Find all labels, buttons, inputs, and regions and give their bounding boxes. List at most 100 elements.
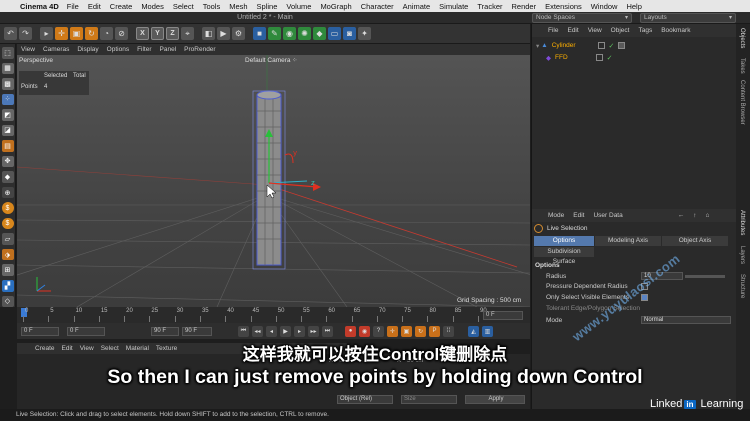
coordinate-mode-dropdown[interactable]: Object (Rel) — [337, 395, 393, 404]
object-row-ffd[interactable]: ◆ FFD ✓ — [532, 52, 737, 63]
collapse-icon[interactable]: ▾ — [536, 42, 539, 50]
side-tab-structure[interactable]: Structure — [739, 274, 745, 298]
om-menu-file[interactable]: File — [548, 27, 558, 34]
next-frame-icon[interactable]: ▸ — [294, 325, 305, 337]
record-active-icon[interactable]: ● — [345, 325, 356, 337]
ffd-visibility-dots[interactable] — [595, 54, 603, 61]
workplane-icon[interactable]: ▱ — [1, 233, 14, 245]
viewport-menu-panel[interactable]: Panel — [160, 46, 177, 53]
om-menu-tags[interactable]: Tags — [638, 27, 652, 34]
cloner-icon[interactable]: ✺ — [298, 27, 311, 40]
menu-tracker[interactable]: Tracker — [477, 2, 502, 11]
visible-only-checkbox[interactable] — [641, 294, 648, 301]
menu-tools[interactable]: Tools — [203, 2, 221, 11]
subdivision-surface-icon[interactable]: ◉ — [283, 27, 296, 40]
y-axis-lock-button[interactable]: Y — [151, 27, 164, 40]
menu-render[interactable]: Render — [511, 2, 536, 11]
viewport-menu-prorender[interactable]: ProRender — [184, 46, 215, 53]
tab-options[interactable]: Options — [534, 236, 594, 246]
timeline-ruler[interactable]: 051015202530354045505560657075808590 0 F — [17, 307, 530, 323]
timeline-icon[interactable]: ▥ — [482, 325, 493, 337]
om-menu-object[interactable]: Object — [611, 27, 630, 34]
menu-mograph[interactable]: MoGraph — [320, 2, 351, 11]
menu-extensions[interactable]: Extensions — [545, 2, 582, 11]
node-spaces-dropdown[interactable]: Node Spaces — [532, 13, 632, 23]
scale-key-icon[interactable]: ▣ — [401, 325, 412, 337]
position-key-icon[interactable]: ✛ — [387, 325, 398, 337]
model-mode-icon[interactable]: ▦ — [1, 62, 14, 75]
menu-help[interactable]: Help — [626, 2, 641, 11]
viewport-menu-view[interactable]: View — [21, 46, 35, 53]
z-axis-lock-button[interactable]: Z — [166, 27, 179, 40]
phong-tag-icon[interactable] — [618, 42, 626, 49]
grid-icon[interactable]: ⊞ — [1, 264, 14, 276]
rotation-key-icon[interactable]: ↻ — [415, 325, 426, 337]
menu-character[interactable]: Character — [361, 2, 394, 11]
menu-file[interactable]: File — [67, 2, 79, 11]
python-icon[interactable]: ◇ — [1, 295, 14, 308]
play-icon[interactable]: ▶ — [280, 325, 291, 337]
rotate-tool-icon[interactable]: ↻ — [85, 27, 98, 40]
previous-key-icon[interactable]: ◂◂ — [252, 325, 263, 337]
pen-tool-icon[interactable]: ✎ — [268, 27, 281, 40]
am-menu-edit[interactable]: Edit — [573, 212, 584, 219]
preview-end-field[interactable]: 90 F — [151, 326, 179, 336]
object-row-cylinder[interactable]: ▾ ▲ Cylinder ✓ — [532, 40, 737, 51]
world-coordinates-icon[interactable]: ⌖ — [181, 27, 194, 40]
object-name-cylinder[interactable]: Cylinder — [552, 42, 576, 49]
recent-tools-icon[interactable]: ◔ — [100, 27, 113, 40]
visibility-dots[interactable] — [597, 42, 605, 49]
undo-icon[interactable]: ↶ — [4, 27, 17, 40]
viewport-menu-options[interactable]: Options — [107, 46, 129, 53]
camera-target-icon[interactable]: ⁘ — [292, 56, 297, 64]
render-to-picture-viewer-icon[interactable]: ▶ — [217, 27, 230, 40]
uv-mode-icon[interactable]: ▤ — [1, 140, 14, 152]
menu-mesh[interactable]: Mesh — [229, 2, 247, 11]
am-menu-user-data[interactable]: User Data — [593, 212, 622, 219]
side-tab-layers[interactable]: Layers — [739, 246, 745, 264]
menu-animate[interactable]: Animate — [403, 2, 431, 11]
next-key-icon[interactable]: ▸▸ — [308, 325, 319, 337]
symmetry-icon[interactable]: ▞ — [1, 279, 14, 292]
render-settings-icon[interactable]: ⚙ — [232, 27, 245, 40]
mode-dropdown[interactable]: Normal — [641, 316, 731, 324]
current-frame-field[interactable]: 0 F — [483, 311, 523, 320]
side-tab-attributes[interactable]: Attributes — [739, 210, 745, 235]
scale-tool-icon[interactable]: ▣ — [70, 27, 83, 40]
om-menu-bookmarks[interactable]: Bookmark — [661, 27, 690, 34]
menu-select[interactable]: Select — [173, 2, 194, 11]
locked-workplane-icon[interactable]: ⬗ — [1, 248, 14, 261]
selection-tool-icon[interactable]: ▸ — [40, 27, 53, 40]
floor-icon[interactable]: ▭ — [328, 27, 341, 40]
keyframe-selection-icon[interactable]: ? — [373, 325, 384, 337]
side-tab-takes[interactable]: Takes — [739, 58, 745, 74]
om-menu-edit[interactable]: Edit — [567, 27, 578, 34]
pla-key-icon[interactable]: ⁞⁞ — [443, 325, 454, 337]
solo-hierarchy-icon[interactable]: $ — [1, 217, 14, 230]
x-axis-lock-button[interactable]: X — [136, 27, 149, 40]
back-arrow-icon[interactable]: ← — [678, 212, 685, 219]
viewport-menu-cameras[interactable]: Cameras — [43, 46, 69, 53]
cube-primitive-icon[interactable]: ■ — [253, 27, 266, 40]
tweak-icon[interactable]: ◆ — [1, 171, 14, 183]
lock-icon[interactable]: ⌂ — [705, 212, 709, 219]
tab-subdivision-surface[interactable]: Subdivision Surface — [534, 247, 594, 265]
redo-icon[interactable]: ↷ — [19, 27, 32, 40]
tab-modeling-axis[interactable]: Modeling Axis — [595, 236, 661, 246]
3d-viewport[interactable]: y z Perspective Default Camera ⁘ Selecte… — [17, 55, 530, 307]
menu-spline[interactable]: Spline — [257, 2, 278, 11]
camera-icon[interactable]: ◙ — [343, 27, 356, 40]
viewport-menu-display[interactable]: Display — [77, 46, 98, 53]
om-menu-view[interactable]: View — [588, 27, 602, 34]
render-view-icon[interactable]: ◧ — [202, 27, 215, 40]
preview-start-field[interactable]: 0 F — [67, 326, 105, 336]
motion-clip-icon[interactable]: ◭ — [468, 325, 479, 337]
size-mode-dropdown[interactable]: Size — [401, 395, 457, 404]
go-to-end-icon[interactable]: ⏭ — [322, 325, 333, 337]
side-tab-content-browser[interactable]: Content Browser — [739, 80, 745, 125]
menu-create[interactable]: Create — [110, 2, 133, 11]
ffd-enabled-check-icon[interactable]: ✓ — [607, 54, 613, 62]
enabled-check-icon[interactable]: ✓ — [609, 42, 615, 50]
texture-mode-icon[interactable]: ▩ — [1, 78, 14, 90]
edges-mode-icon[interactable]: ◩ — [1, 109, 14, 121]
